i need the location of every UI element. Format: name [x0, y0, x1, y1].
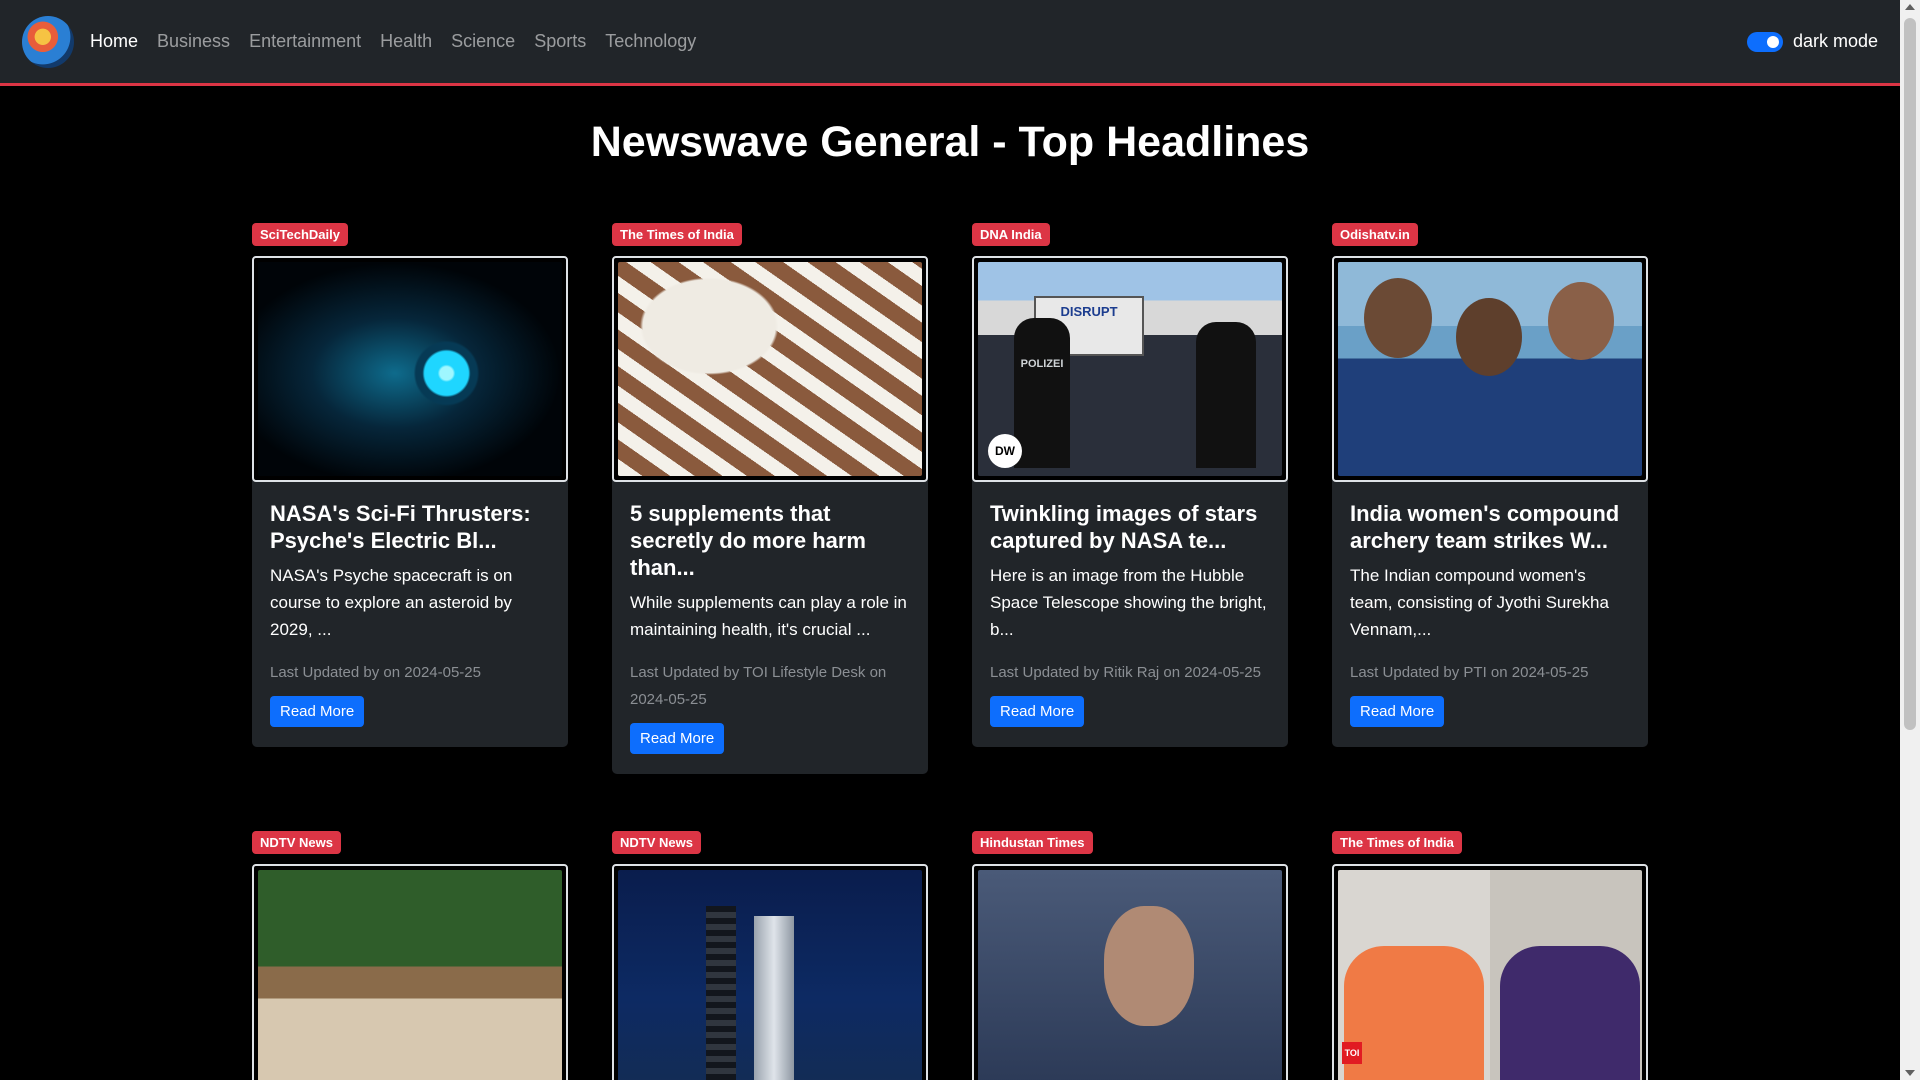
source-badge: Odishatv.in: [1332, 223, 1418, 246]
source-badge: Hindustan Times: [972, 831, 1093, 854]
toi-logo: TOI: [1342, 1042, 1362, 1064]
source-badge: NDTV News: [252, 831, 341, 854]
card-title: NASA's Sci-Fi Thrusters: Psyche's Electr…: [270, 501, 531, 553]
card-body: India women's compound archery team stri…: [1332, 482, 1648, 747]
dark-mode-label: dark mode: [1792, 31, 1878, 51]
card-image: [252, 256, 568, 482]
thruster-image: [258, 262, 562, 476]
read-more-button[interactable]: Read More: [990, 696, 1085, 727]
interview-image: [258, 870, 562, 1080]
police-vest-text: POLIZEI: [1020, 358, 1064, 370]
card-image: [972, 864, 1288, 1080]
nav-links: Home Business Entertainment Health Scien…: [90, 31, 715, 52]
card-title: 5 supplements that secretly do more harm…: [630, 501, 866, 580]
source-badge: The Times of India: [612, 223, 742, 246]
card-description: NASA's Psyche spacecraft is on course to…: [270, 566, 513, 639]
navbar: Home Business Entertainment Health Scien…: [0, 0, 1900, 86]
card: [972, 864, 1288, 1080]
card: [612, 864, 928, 1080]
card-meta: Last Updated by Ritik Raj on 2024-05-25: [990, 664, 1261, 681]
card-title: India women's compound archery team stri…: [1350, 501, 1620, 553]
card-description: The Indian compound women's team, consis…: [1350, 566, 1609, 639]
source-badge: NDTV News: [612, 831, 701, 854]
card: India women's compound archery team stri…: [1332, 256, 1648, 747]
page-scrollbar[interactable]: [1900, 0, 1920, 1080]
card-image: [612, 256, 928, 482]
source-badge: The Times of India: [1332, 831, 1462, 854]
card: DISRUPT POLIZEI DW Twinkling images of s…: [972, 256, 1288, 747]
card: NASA's Sci-Fi Thrusters: Psyche's Electr…: [252, 256, 568, 747]
read-more-button[interactable]: Read More: [630, 723, 725, 754]
scroll-up-arrow-icon[interactable]: [1905, 4, 1915, 10]
athlete-face-1: [1364, 278, 1432, 358]
card-title: Twinkling images of stars captured by NA…: [990, 501, 1258, 553]
card-image: [612, 864, 928, 1080]
page-title: Newswave General - Top Headlines: [590, 118, 1310, 166]
card-description: Here is an image from the Hubble Space T…: [990, 566, 1267, 639]
card-image: [1332, 256, 1648, 482]
scroll-down-arrow-icon[interactable]: [1905, 1070, 1915, 1076]
card-body: 5 supplements that secretly do more harm…: [612, 482, 928, 774]
nav-link-health[interactable]: Health: [380, 31, 432, 52]
nav-link-sports[interactable]: Sports: [534, 31, 586, 52]
spectator-face: [1104, 906, 1194, 1026]
card-meta: Last Updated by on 2024-05-25: [270, 664, 481, 681]
police-officer-left: POLIZEI: [1014, 318, 1070, 468]
nav-link-science[interactable]: Science: [451, 31, 515, 52]
card-image: TOI: [1332, 864, 1648, 1080]
card-description: While supplements can play a role in mai…: [630, 593, 907, 639]
launch-tower: [706, 906, 736, 1080]
newswave-logo-icon[interactable]: [22, 15, 74, 68]
police-officer-right: [1196, 322, 1256, 468]
card: [252, 864, 568, 1080]
purple-jersey: [1500, 946, 1640, 1080]
card: TOI: [1332, 864, 1648, 1080]
orange-jersey: [1344, 946, 1484, 1080]
nav-link-technology[interactable]: Technology: [605, 31, 696, 52]
dark-mode-toggle: dark mode: [1746, 31, 1878, 52]
card-image: [252, 864, 568, 1080]
pills-image: [618, 262, 922, 476]
read-more-button[interactable]: Read More: [1350, 696, 1445, 727]
card-image: DISRUPT POLIZEI DW: [972, 256, 1288, 482]
nav-link-home[interactable]: Home: [90, 31, 138, 52]
rocket-body: [754, 916, 794, 1080]
nav-link-business[interactable]: Business: [157, 31, 230, 52]
scroll-thumb[interactable]: [1904, 18, 1916, 730]
dark-mode-switch[interactable]: [1746, 31, 1783, 52]
card-body: NASA's Sci-Fi Thrusters: Psyche's Electr…: [252, 482, 568, 747]
nav-link-entertainment[interactable]: Entertainment: [249, 31, 361, 52]
source-badge: DNA India: [972, 223, 1050, 246]
card-body: Twinkling images of stars captured by NA…: [972, 482, 1288, 747]
athlete-face-2: [1456, 298, 1522, 376]
source-badge: SciTechDaily: [252, 223, 348, 246]
athlete-face-3: [1548, 282, 1614, 360]
card-meta: Last Updated by TOI Lifestyle Desk on 20…: [630, 664, 887, 708]
protest-sign-text: DISRUPT: [1060, 304, 1118, 319]
card: 5 supplements that secretly do more harm…: [612, 256, 928, 774]
card-meta: Last Updated by PTI on 2024-05-25: [1350, 664, 1589, 681]
read-more-button[interactable]: Read More: [270, 696, 365, 727]
dw-logo: DW: [988, 434, 1022, 468]
